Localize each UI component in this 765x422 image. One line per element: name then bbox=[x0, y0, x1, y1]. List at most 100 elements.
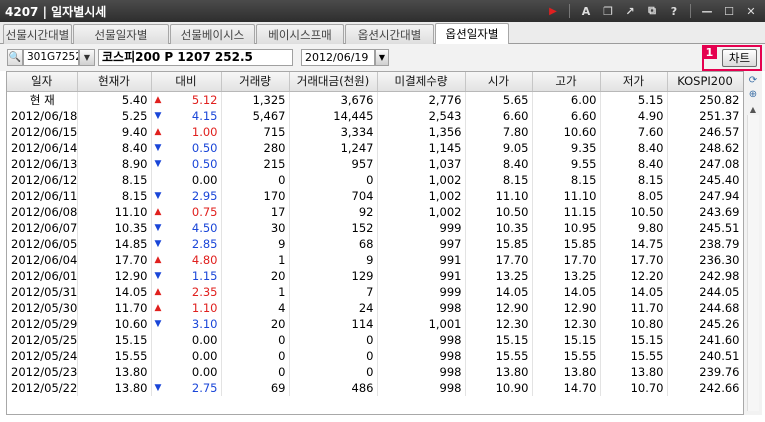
play-icon[interactable]: ▶ bbox=[543, 3, 563, 19]
daily-price-grid[interactable]: 일자 현재가 대비 거래량 거래대금(천원) 미결제수량 시가 고가 저가 KOSPI200 현 … bbox=[6, 71, 744, 415]
font-icon[interactable]: A bbox=[576, 3, 596, 19]
column-header[interactable]: 미결제수량 bbox=[377, 72, 466, 92]
table-row[interactable]: 2012/05/22 13.80 ▼ 2.75 69 486 998 10.90 14.70 10… bbox=[7, 379, 743, 396]
change-value: 0.00 bbox=[191, 332, 218, 347]
cell-date: 2012/06/11 bbox=[7, 187, 78, 204]
expand-icon[interactable]: ↗ bbox=[620, 3, 640, 19]
scroll-up-icon[interactable]: ▲ bbox=[747, 103, 759, 115]
cell-kospi: 246.57 bbox=[667, 123, 743, 140]
cell-high: 6.60 bbox=[532, 107, 601, 124]
column-header[interactable]: 일자 bbox=[7, 72, 78, 92]
cell-change: ▼ 2.95 bbox=[151, 187, 222, 204]
cell-price: 8.15 bbox=[77, 171, 152, 188]
copy-icon[interactable]: ⧉ bbox=[642, 3, 662, 19]
cell-oi: 998 bbox=[377, 347, 466, 364]
tab-4[interactable]: 베이시스프매 bbox=[256, 24, 344, 44]
table-row[interactable]: 2012/06/07 10.35 ▼ 4.50 30 152 999 10.35 10.95 9.… bbox=[7, 219, 743, 236]
table-row[interactable]: 2012/06/11 8.15 ▼ 2.95 170 704 1,002 11.10 11.10… bbox=[7, 187, 743, 204]
change-value: 5.12 bbox=[191, 92, 218, 107]
table-row[interactable]: 2012/05/29 10.60 ▼ 3.10 20 114 1,001 12.30 12.30… bbox=[7, 315, 743, 332]
tab-3[interactable]: 선물베이시스 bbox=[170, 24, 255, 44]
cell-high: 11.15 bbox=[532, 203, 601, 220]
cell-change: ▼ 3.10 bbox=[151, 315, 222, 332]
cell-kospi: 245.51 bbox=[667, 219, 743, 236]
cell-change: ▼ 0.50 bbox=[151, 139, 222, 156]
table-row[interactable]: 2012/06/12 8.15 0.00 0 0 1,002 8.15 8.15 8.15 245… bbox=[7, 171, 743, 188]
cell-kospi: 240.51 bbox=[667, 347, 743, 364]
cell-amt: 0 bbox=[289, 347, 378, 364]
separator bbox=[569, 4, 570, 18]
cell-open: 6.60 bbox=[465, 107, 533, 124]
cell-open: 8.15 bbox=[465, 171, 533, 188]
cell-open: 9.05 bbox=[465, 139, 533, 156]
table-row[interactable]: 2012/06/14 8.40 ▼ 0.50 280 1,247 1,145 9.05 9.35… bbox=[7, 139, 743, 156]
column-header[interactable]: 거래량 bbox=[221, 72, 290, 92]
tab-6[interactable]: 옵션일자별 bbox=[435, 23, 509, 44]
cell-vol: 4 bbox=[221, 299, 290, 316]
cell-oi: 998 bbox=[377, 363, 466, 380]
table-row[interactable]: 2012/06/04 17.70 ▲ 4.80 1 9 991 17.70 17.70 17.70… bbox=[7, 251, 743, 268]
table-row[interactable]: 2012/06/05 14.85 ▼ 2.85 9 68 997 15.85 15.85 14.7… bbox=[7, 235, 743, 252]
table-row[interactable]: 2012/06/08 11.10 ▲ 0.75 17 92 1,002 10.50 11.15 1… bbox=[7, 203, 743, 220]
column-header[interactable]: 현재가 bbox=[77, 72, 152, 92]
cell-oi: 1,145 bbox=[377, 139, 466, 156]
table-row[interactable]: 2012/05/25 15.15 0.00 0 0 998 15.15 15.15 15.15 2… bbox=[7, 331, 743, 348]
cell-low: 10.80 bbox=[600, 315, 668, 332]
help-icon[interactable]: ? bbox=[664, 3, 684, 19]
table-row[interactable]: 2012/05/24 15.55 0.00 0 0 998 15.55 15.55 15.55 2… bbox=[7, 347, 743, 364]
down-arrow-icon: ▼ bbox=[154, 142, 162, 153]
chevron-down-icon[interactable]: ▼ bbox=[79, 49, 95, 66]
column-header[interactable]: 대비 bbox=[151, 72, 222, 92]
window-icon[interactable]: ❐ bbox=[598, 3, 618, 19]
column-header[interactable]: 고가 bbox=[532, 72, 601, 92]
date-dropdown-icon[interactable]: ▼ bbox=[375, 49, 389, 66]
change-value: 4.50 bbox=[191, 220, 218, 235]
cell-oi: 997 bbox=[377, 235, 466, 252]
cell-vol: 20 bbox=[221, 267, 290, 284]
cell-vol: 30 bbox=[221, 219, 290, 236]
cell-vol: 715 bbox=[221, 123, 290, 140]
cell-high: 10.60 bbox=[532, 123, 601, 140]
close-icon[interactable]: ✕ bbox=[741, 3, 761, 19]
refresh-icon[interactable]: ⟳ bbox=[745, 74, 761, 87]
chart-button[interactable]: 차트 bbox=[722, 49, 757, 67]
cell-low: 12.20 bbox=[600, 267, 668, 284]
date-input[interactable]: 2012/06/19 bbox=[301, 49, 375, 66]
cell-price: 12.90 bbox=[77, 267, 152, 284]
cell-price: 15.15 bbox=[77, 331, 152, 348]
column-header[interactable]: 저가 bbox=[600, 72, 668, 92]
down-arrow-icon: ▼ bbox=[154, 238, 162, 249]
table-row[interactable]: 2012/05/31 14.05 ▲ 2.35 1 7 999 14.05 14.05 14.05… bbox=[7, 283, 743, 300]
tab-1[interactable]: 선물시간대별 bbox=[3, 24, 72, 44]
tab-5[interactable]: 옵션시간대별 bbox=[345, 24, 434, 44]
column-header[interactable]: 시가 bbox=[465, 72, 533, 92]
cell-low: 8.40 bbox=[600, 139, 668, 156]
code-input[interactable]: 301G7252 bbox=[23, 49, 79, 66]
cell-kospi: 245.26 bbox=[667, 315, 743, 332]
table-row[interactable]: 2012/05/23 13.80 0.00 0 0 998 13.80 13.80 13.80 2… bbox=[7, 363, 743, 380]
column-header[interactable]: 거래대금(천원) bbox=[289, 72, 378, 92]
search-icon[interactable]: 🔍 bbox=[7, 49, 23, 66]
table-row[interactable]: 현 재 5.40 ▲ 5.12 1,325 3,676 2,776 5.65 6.00 5.15 2… bbox=[7, 91, 743, 108]
column-header[interactable]: KOSPI200 bbox=[667, 72, 743, 92]
minimize-icon[interactable]: — bbox=[697, 3, 717, 19]
vertical-scrollbar[interactable] bbox=[747, 115, 759, 411]
cell-low: 13.80 bbox=[600, 363, 668, 380]
table-row[interactable]: 2012/06/18 5.25 ▼ 4.15 5,467 14,445 2,543 6.60 6… bbox=[7, 107, 743, 124]
zoom-in-icon[interactable]: ⊕ bbox=[745, 88, 761, 101]
tab-2[interactable]: 선물일자별 bbox=[73, 24, 169, 44]
cell-change: ▼ 1.15 bbox=[151, 267, 222, 284]
table-row[interactable]: 2012/05/30 11.70 ▲ 1.10 4 24 998 12.90 12.90 11.7… bbox=[7, 299, 743, 316]
table-row[interactable]: 2012/06/01 12.90 ▼ 1.15 20 129 991 13.25 13.25 12… bbox=[7, 267, 743, 284]
cell-change: 0.00 bbox=[151, 347, 222, 364]
table-row[interactable]: 2012/06/15 9.40 ▲ 1.00 715 3,334 1,356 7.80 10.6… bbox=[7, 123, 743, 140]
cell-price: 14.05 bbox=[77, 283, 152, 300]
table-row[interactable]: 2012/06/13 8.90 ▼ 0.50 215 957 1,037 8.40 9.55 8.… bbox=[7, 155, 743, 172]
cell-amt: 7 bbox=[289, 283, 378, 300]
cell-high: 17.70 bbox=[532, 251, 601, 268]
cell-price: 10.35 bbox=[77, 219, 152, 236]
cell-amt: 0 bbox=[289, 331, 378, 348]
maximize-icon[interactable]: ☐ bbox=[719, 3, 739, 19]
cell-kospi: 242.98 bbox=[667, 267, 743, 284]
cell-date: 2012/05/29 bbox=[7, 315, 78, 332]
